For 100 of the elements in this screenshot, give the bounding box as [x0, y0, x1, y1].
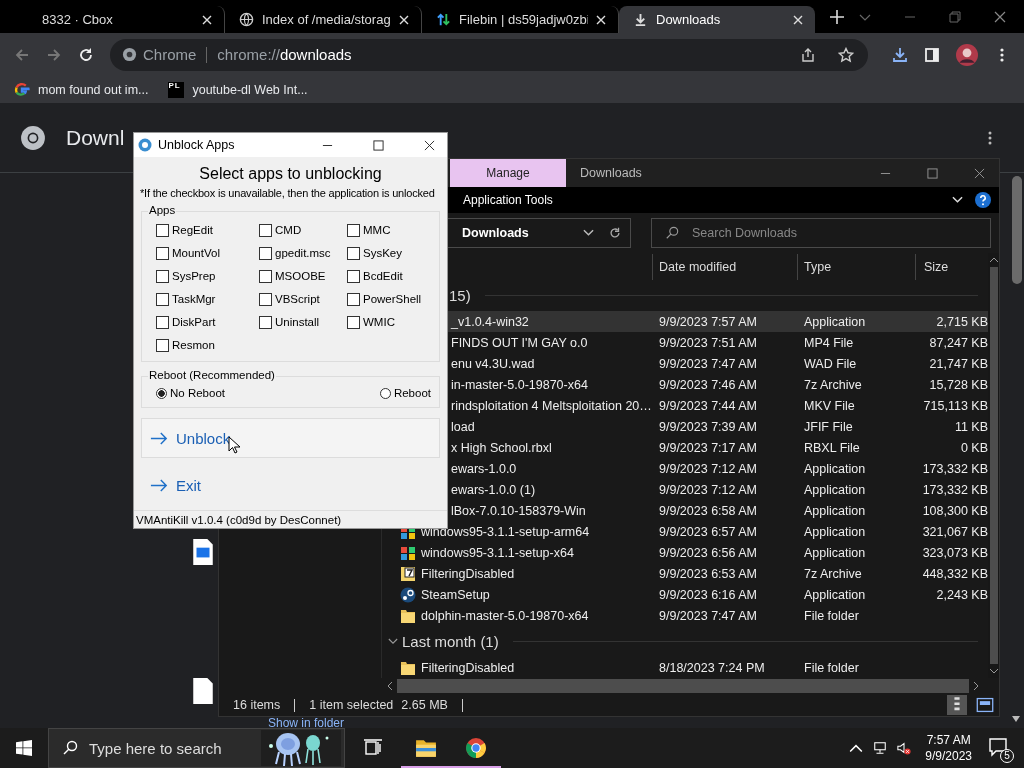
type-cell-text: RBXL File	[803, 440, 861, 455]
app-checkbox[interactable]: MSOOBE	[259, 268, 347, 284]
date-cell-text: 9/9/2023 7:46 AM	[658, 377, 758, 392]
app-checkbox[interactable]: SysKey	[347, 245, 431, 261]
search-icon	[62, 740, 78, 756]
close-icon[interactable]	[994, 10, 1006, 23]
app-checkbox[interactable]: gpedit.msc	[259, 245, 347, 261]
context-tab[interactable]: Manage	[450, 159, 566, 187]
file-row[interactable]: FilteringDisabled 9/9/2023 6:53 AM 7z Archive 448,332 KB	[382, 563, 988, 584]
scrollbar-thumb[interactable]	[989, 267, 998, 664]
page-title: Downl	[66, 126, 125, 150]
status-bar: VMAntiKill v1.0.4 (c0d9d by DesConnet)	[134, 510, 447, 528]
collapse-icon[interactable]	[388, 638, 398, 645]
app-checkbox[interactable]: BcdEdit	[347, 268, 431, 284]
column-header[interactable]: Date modified	[652, 253, 797, 280]
reload-icon[interactable]	[78, 46, 94, 63]
file-row[interactable]: FilteringDisabled 8/18/2023 7:24 PM File folder	[382, 657, 988, 678]
reboot-radio[interactable]: Reboot	[379, 385, 431, 401]
details-view-icon[interactable]	[947, 695, 967, 715]
volume-muted-icon[interactable]	[897, 741, 912, 755]
group-header[interactable]: Last month (1)	[402, 633, 499, 650]
group-label: Apps	[148, 204, 177, 216]
show-in-folder-link[interactable]: Show in folder	[268, 717, 345, 729]
scrollbar-thumb[interactable]	[1012, 176, 1022, 284]
scroll-down-icon[interactable]	[988, 668, 999, 674]
type-cell-text: 7z Archive	[803, 377, 863, 392]
site-logo: PL	[168, 81, 185, 98]
app-checkbox[interactable]: RegEdit	[156, 222, 259, 238]
close-icon[interactable]	[424, 139, 435, 151]
size-cell-text: 0 KB	[959, 440, 988, 455]
file-name: ewars-1.0.0 (1)	[451, 482, 536, 497]
scroll-left-icon[interactable]	[387, 681, 393, 691]
expand-ribbon-icon[interactable]	[952, 196, 963, 204]
scroll-right-icon[interactable]	[973, 681, 979, 691]
size-cell-text: 321,067 KB	[921, 524, 988, 539]
scroll-up-icon[interactable]	[988, 257, 999, 263]
globe-icon	[239, 12, 254, 27]
app-checkbox[interactable]: CMD	[259, 222, 347, 238]
browser-tab[interactable]: Downloads	[619, 6, 815, 33]
type-cell-text: 7z Archive	[803, 566, 863, 581]
app-checkbox[interactable]: PowerShell	[347, 291, 431, 307]
file-row[interactable]: dolphin-master-5.0-19870-x64 9/9/2023 7:47 AM File folder	[382, 605, 988, 626]
command-link[interactable]: Exit	[141, 465, 440, 505]
address-bar[interactable]: Chrome chrome://downloads	[110, 38, 868, 71]
date-cell-text: 9/9/2023 7:12 AM	[658, 482, 758, 497]
arrow-icon	[150, 478, 168, 492]
command-link[interactable]: Unblock	[141, 418, 440, 458]
app-checkbox[interactable]: VBScript	[259, 291, 347, 307]
window-title: Downloads	[580, 166, 642, 180]
start-icon[interactable]	[16, 740, 32, 756]
avatar[interactable]	[956, 43, 978, 66]
note-text: *If the checkbox is unavailable, then the application is unlocked	[140, 187, 436, 199]
bookmark[interactable]: mom found out im...	[14, 81, 149, 98]
archive-icon	[400, 565, 416, 582]
app-checkbox[interactable]: DiskPart	[156, 314, 259, 330]
side-panel-icon[interactable]	[924, 46, 940, 63]
file-name: load	[451, 419, 475, 434]
task-view-icon[interactable]	[363, 738, 383, 758]
star-icon[interactable]	[838, 46, 854, 63]
date-cell-text: 9/9/2023 6:58 AM	[658, 503, 758, 518]
refresh-icon[interactable]	[608, 226, 622, 240]
status-text: 2.65 MB	[401, 698, 448, 712]
file-name: FilteringDisabled	[421, 660, 515, 675]
network-icon[interactable]	[873, 741, 888, 755]
folder-icon	[400, 659, 416, 676]
url-path: downloads	[279, 46, 352, 63]
ribbon-tab[interactable]: Application Tools	[463, 193, 553, 207]
back-icon[interactable]	[14, 46, 30, 63]
search-field[interactable]: Search Downloads	[651, 218, 991, 248]
breadcrumb[interactable]: Downloads	[462, 226, 529, 240]
type-cell-text: Application	[803, 314, 867, 329]
app-checkbox[interactable]: MountVol	[156, 245, 259, 261]
app-checkbox[interactable]: SysPrep	[156, 268, 259, 284]
new-tab-icon[interactable]	[830, 9, 844, 24]
steam-icon	[400, 586, 416, 603]
app-checkbox[interactable]: TaskMgr	[156, 291, 259, 307]
scroll-down-icon[interactable]	[1012, 716, 1020, 722]
reboot-radio[interactable]: No Reboot	[156, 385, 225, 401]
forward-icon[interactable]	[46, 46, 62, 63]
dialog-heading: Select apps to unblocking	[198, 165, 383, 183]
app-checkbox[interactable]: Uninstall	[259, 314, 347, 330]
help-icon[interactable]	[975, 192, 991, 208]
group-header[interactable]: 15)	[449, 287, 471, 304]
share-icon[interactable]	[800, 46, 816, 63]
clock[interactable]: 7:57 AM 9/9/2023	[925, 732, 972, 764]
file-row[interactable]: SteamSetup 9/9/2023 6:16 AM Application 2,243 KB	[382, 584, 988, 605]
tiles-view-icon[interactable]	[975, 695, 995, 715]
tab-title: Downloads	[656, 12, 722, 27]
app-checkbox[interactable]: Resmon	[156, 337, 259, 353]
file-row[interactable]: windows95-3.1.1-setup-x64 9/9/2023 6:56 AM Application 323,073 KB	[382, 542, 988, 563]
column-header[interactable]: Type	[797, 253, 915, 280]
date-cell-text: 9/9/2023 6:57 AM	[658, 524, 758, 539]
bookmark[interactable]: PL youtube-dl Web Int...	[168, 81, 308, 98]
dropdown-icon[interactable]	[583, 229, 594, 237]
date-cell-text: 9/9/2023 7:44 AM	[658, 398, 758, 413]
download-icon[interactable]	[892, 46, 908, 63]
maximize-icon[interactable]	[927, 167, 938, 179]
scrollbar-thumb[interactable]	[397, 679, 969, 693]
file-name: enu v4.3U.wad	[451, 356, 535, 371]
maximize-icon[interactable]	[373, 139, 384, 151]
